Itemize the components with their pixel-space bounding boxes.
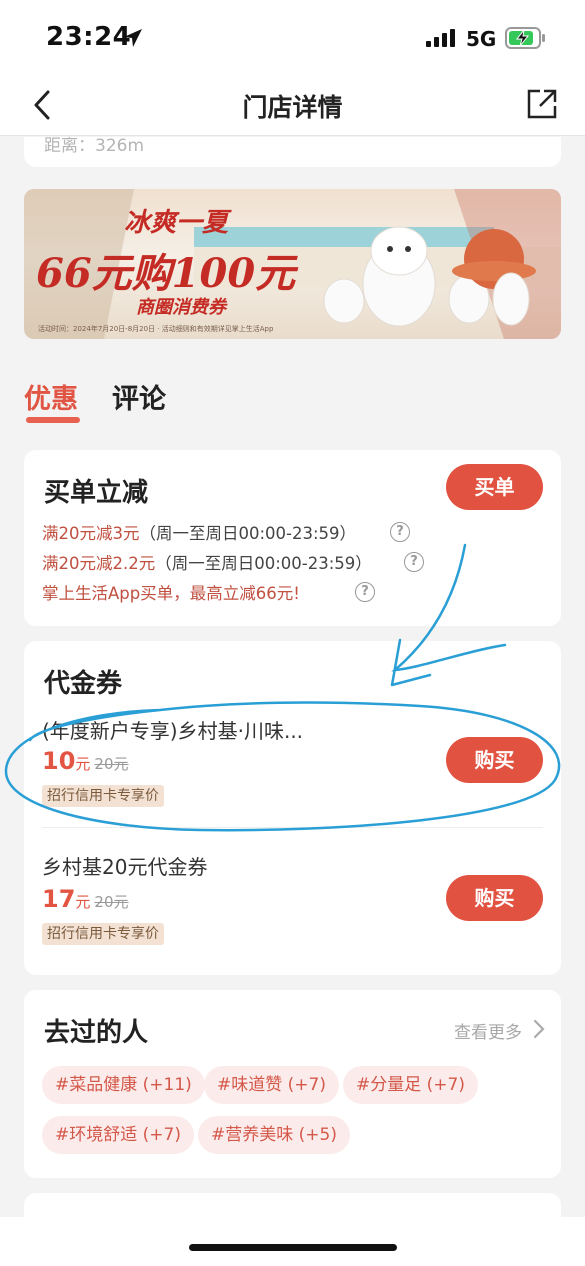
banner-fine-print: 活动时间：2024年7月20日-8月20日 · 活动细则和有效期详见掌上生活Ap… xyxy=(38,324,274,333)
visitors-title: 去过的人 xyxy=(44,1018,149,1048)
price-value: 10 xyxy=(42,747,76,775)
help-icon[interactable]: ? xyxy=(390,522,410,542)
status-time: 23:24 xyxy=(46,22,132,52)
bank-card-tag: 招行信用卡专享价 xyxy=(42,785,164,807)
next-section-card xyxy=(24,1193,561,1217)
voucher-price: 10元 20元 xyxy=(42,747,129,775)
chevron-right-icon[interactable] xyxy=(532,1018,546,1040)
review-tag[interactable]: #环境舒适 (+7) xyxy=(42,1116,194,1154)
status-bar: 23:24 5G xyxy=(0,0,585,74)
price-unit: 元 xyxy=(75,893,91,911)
buy-voucher-button[interactable]: 购买 xyxy=(446,737,543,783)
store-distance: 距离：326m xyxy=(44,137,145,156)
price-value: 17 xyxy=(42,885,76,913)
active-tab-indicator xyxy=(26,417,80,423)
store-detail-content[interactable]: 距离：326m 冰爽一夏 66元购100元 商圈消费券 活动时间：2024年7月… xyxy=(0,137,585,1217)
home-indicator[interactable] xyxy=(189,1244,397,1251)
promo-line-1: 满20元减3元（周一至周日00:00-23:59） xyxy=(42,520,356,544)
network-type: 5G xyxy=(466,27,497,51)
voucher-name: (年度新户专享)乡村基·川味... xyxy=(42,719,304,743)
voucher-price: 17元 20元 xyxy=(42,885,129,913)
price-unit: 元 xyxy=(75,755,91,773)
original-price: 20元 xyxy=(94,893,129,911)
voucher-title: 代金券 xyxy=(44,669,123,699)
bank-card-tag: 招行信用卡专享价 xyxy=(42,923,164,945)
review-tag[interactable]: #菜品健康 (+11) xyxy=(42,1066,205,1104)
promo-line-1-text: 满20元减3元 xyxy=(42,524,140,543)
visitors-card: 去过的人 查看更多 #菜品健康 (+11) #味道赞 (+7) #分量足 (+7… xyxy=(24,990,561,1178)
see-more-link[interactable]: 查看更多 xyxy=(454,1018,522,1043)
promo-line-2-text: 满20元减2.2元 xyxy=(42,554,156,573)
voucher-card: 代金券 (年度新户专享)乡村基·川味... 10元 20元 招行信用卡专享价 购买… xyxy=(24,641,561,975)
banner-headline-3: 商圈消费券 xyxy=(136,297,228,318)
tab-discounts[interactable]: 优惠 xyxy=(24,377,78,416)
promo-line-1-time: （周一至周日00:00-23:59） xyxy=(139,524,357,543)
tab-reviews[interactable]: 评论 xyxy=(112,377,166,416)
original-price: 20元 xyxy=(94,755,129,773)
instant-discount-card: 买单立减 买单 满20元减3元（周一至周日00:00-23:59） ? 满20元… xyxy=(24,450,561,626)
review-tag[interactable]: #营养美味 (+5) xyxy=(198,1116,350,1154)
promo-banner-art: 冰爽一夏 66元购100元 商圈消费券 活动时间：2024年7月20日-8月20… xyxy=(24,189,561,339)
promo-banner[interactable]: 冰爽一夏 66元购100元 商圈消费券 活动时间：2024年7月20日-8月20… xyxy=(24,189,561,339)
divider xyxy=(42,827,543,828)
voucher-name: 乡村基20元代金券 xyxy=(42,855,208,879)
promo-line-2: 满20元减2.2元（周一至周日00:00-23:59） xyxy=(42,550,372,574)
buy-voucher-button[interactable]: 购买 xyxy=(446,875,543,921)
instant-discount-title: 买单立减 xyxy=(44,478,149,508)
pay-bill-button[interactable]: 买单 xyxy=(446,464,543,510)
bottom-safe-area xyxy=(0,1217,585,1266)
battery-charging-icon xyxy=(505,27,545,49)
signal-icon xyxy=(426,29,455,47)
promo-line-3: 掌上生活App买单，最高立减66元! xyxy=(42,584,300,603)
help-icon[interactable]: ? xyxy=(404,552,424,572)
banner-headline-1: 冰爽一夏 xyxy=(124,208,232,238)
review-tag[interactable]: #味道赞 (+7) xyxy=(204,1066,339,1104)
store-info-card-bottom: 距离：326m xyxy=(24,137,561,167)
help-icon[interactable]: ? xyxy=(355,582,375,602)
promo-line-2-time: （周一至周日00:00-23:59） xyxy=(155,554,372,573)
banner-headline-2: 66元购100元 xyxy=(36,250,299,297)
review-tag[interactable]: #分量足 (+7) xyxy=(343,1066,478,1104)
page-title: 门店详情 xyxy=(242,93,343,122)
navigation-bar: 门店详情 xyxy=(0,74,585,136)
location-arrow-icon xyxy=(124,29,142,47)
share-button[interactable] xyxy=(526,88,558,120)
